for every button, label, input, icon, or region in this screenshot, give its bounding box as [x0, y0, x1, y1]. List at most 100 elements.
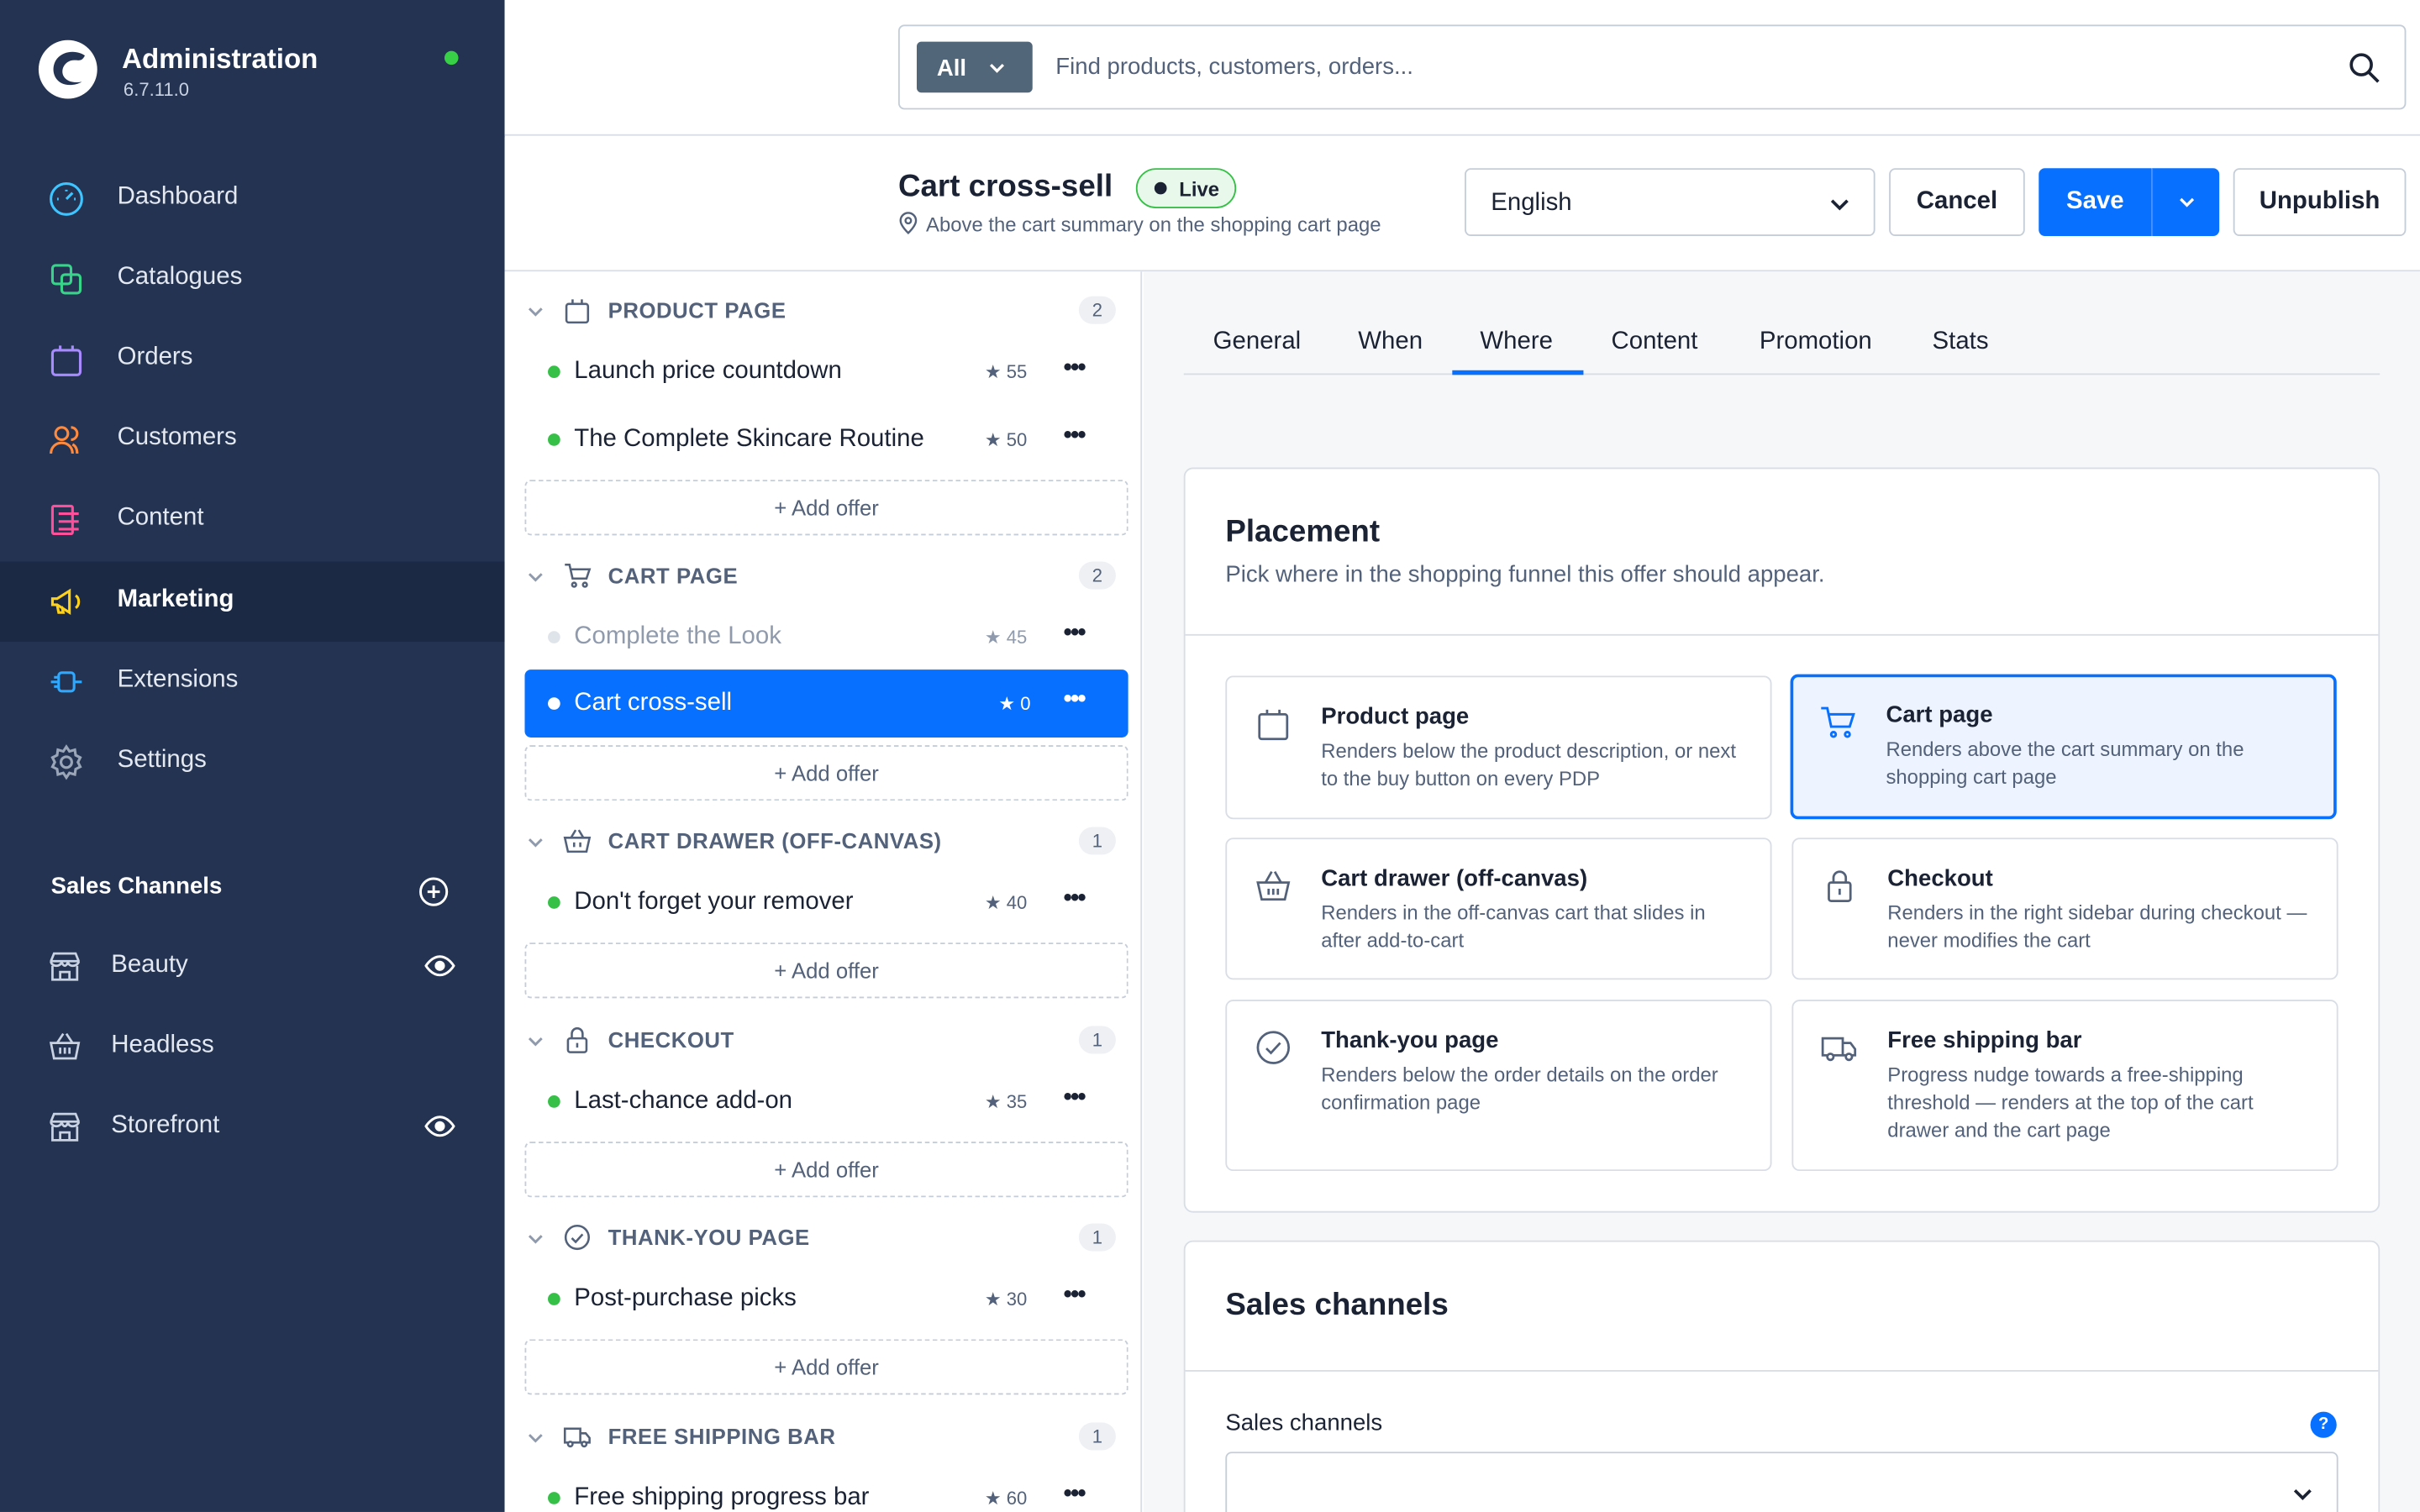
- brand[interactable]: Administration 6.7.11.0: [37, 39, 485, 116]
- placement-option-product-page[interactable]: Product page Renders below the product d…: [1225, 675, 1772, 820]
- group-free-shipping-bar[interactable]: FREE SHIPPING BAR 1: [505, 1413, 1143, 1459]
- search-scope-dropdown[interactable]: All: [916, 41, 1033, 93]
- add-offer-button[interactable]: + Add offer: [524, 1339, 1128, 1395]
- option-title: Cart drawer (off-canvas): [1321, 865, 1588, 892]
- help-icon[interactable]: ?: [2310, 1411, 2337, 1438]
- nav-extensions[interactable]: Extensions: [0, 642, 505, 722]
- offer-item[interactable]: Don't forget your remover ★ 40 •••: [524, 870, 1128, 935]
- cancel-button[interactable]: Cancel: [1889, 168, 2025, 237]
- offer-item[interactable]: The Complete Skincare Routine ★ 50 •••: [524, 407, 1128, 472]
- save-options-button[interactable]: [2151, 168, 2220, 237]
- group-label: CHECKOUT: [608, 1027, 734, 1053]
- truck-icon: [563, 1427, 591, 1448]
- tab-where[interactable]: Where: [1480, 328, 1553, 356]
- option-title: Checkout: [1887, 865, 1993, 892]
- bag-icon: [565, 299, 590, 324]
- count-badge: 1: [1078, 827, 1116, 855]
- offer-item-selected[interactable]: Cart cross-sell ★ 0 •••: [524, 669, 1128, 738]
- add-offer-button[interactable]: + Add offer: [524, 480, 1128, 536]
- group-cart-drawer[interactable]: CART DRAWER (OFF-CANVAS) 1: [505, 817, 1143, 864]
- nav-marketing[interactable]: Marketing: [0, 561, 505, 643]
- nav-orders[interactable]: Orders: [0, 319, 505, 400]
- tab-when[interactable]: When: [1358, 328, 1423, 356]
- tab-general[interactable]: General: [1213, 328, 1302, 356]
- global-search[interactable]: All Find products, customers, orders...: [897, 24, 2407, 110]
- group-label: THANK-YOU PAGE: [608, 1225, 810, 1250]
- search-icon[interactable]: [2348, 51, 2381, 85]
- placement-option-cart-page[interactable]: Cart page Renders above the cart summary…: [1790, 674, 2337, 820]
- add-circle-icon[interactable]: [418, 876, 450, 907]
- chevron-down-icon: [2179, 197, 2194, 207]
- nav-label: Extensions: [117, 666, 239, 693]
- option-title: Product page: [1321, 703, 1470, 730]
- more-icon[interactable]: •••: [1063, 686, 1086, 714]
- group-checkout[interactable]: CHECKOUT 1: [505, 1016, 1143, 1063]
- add-offer-button[interactable]: + Add offer: [524, 942, 1128, 999]
- chevron-down-icon: [528, 1434, 543, 1443]
- more-icon[interactable]: •••: [1063, 1282, 1086, 1310]
- language-value: English: [1491, 189, 1572, 217]
- group-thank-you-page[interactable]: THANK-YOU PAGE 1: [505, 1214, 1143, 1260]
- chevron-down-icon: [528, 838, 543, 848]
- option-description: Progress nudge towards a free-shipping t…: [1887, 1063, 2254, 1142]
- nav-content[interactable]: Content: [0, 480, 505, 560]
- chevron-down-icon: [528, 1235, 543, 1244]
- placement-option-free-shipping-bar[interactable]: Free shipping bar Progress nudge towards…: [1791, 1000, 2338, 1172]
- status-dot: [548, 697, 560, 710]
- nav-label: Dashboard: [117, 183, 239, 210]
- more-icon[interactable]: •••: [1063, 1084, 1086, 1112]
- option-description: Renders below the product description, o…: [1321, 738, 1736, 790]
- sales-channels-select[interactable]: [1225, 1452, 2338, 1512]
- nav-catalogues[interactable]: Catalogues: [0, 239, 505, 320]
- nav-dashboard[interactable]: Dashboard: [0, 159, 505, 239]
- more-icon[interactable]: •••: [1063, 354, 1086, 382]
- sales-channel-headless[interactable]: Headless: [0, 1007, 505, 1084]
- group-product-page[interactable]: PRODUCT PAGE 2: [505, 287, 1143, 333]
- group-label: FREE SHIPPING BAR: [608, 1424, 836, 1449]
- divider: [1185, 1369, 2379, 1372]
- detail-panel: General When Where Content Promotion Sta…: [1143, 271, 2420, 1512]
- bag-icon: [50, 345, 82, 376]
- save-button[interactable]: Save: [2039, 168, 2152, 237]
- offer-label: Launch price countdown: [574, 358, 842, 385]
- add-offer-button[interactable]: + Add offer: [524, 745, 1128, 801]
- nav-settings[interactable]: Settings: [0, 722, 505, 803]
- placement-option-cart-drawer[interactable]: Cart drawer (off-canvas) Renders in the …: [1225, 837, 1772, 980]
- search-input[interactable]: Find products, customers, orders...: [1055, 54, 1413, 80]
- count-badge: 1: [1078, 1223, 1116, 1252]
- offer-item[interactable]: Post-purchase picks ★ 30 •••: [524, 1267, 1128, 1331]
- sales-channel-beauty[interactable]: Beauty: [0, 927, 505, 1005]
- nav-label: Orders: [117, 344, 193, 370]
- more-icon[interactable]: •••: [1063, 423, 1086, 450]
- placement-option-thank-you-page[interactable]: Thank-you page Renders below the order d…: [1225, 1000, 1772, 1172]
- unpublish-button[interactable]: Unpublish: [2233, 168, 2407, 237]
- offer-item[interactable]: Last-chance add-on ★ 35 •••: [524, 1069, 1128, 1134]
- count-badge: 1: [1078, 1026, 1116, 1054]
- more-icon[interactable]: •••: [1063, 885, 1086, 913]
- plug-icon: [50, 671, 82, 693]
- status-dot: [548, 896, 560, 909]
- offer-item[interactable]: Complete the Look ★ 45 •••: [524, 605, 1128, 669]
- language-select[interactable]: English: [1465, 168, 1876, 237]
- offer-item[interactable]: Launch price countdown ★ 55 •••: [524, 339, 1128, 404]
- group-cart-page[interactable]: CART PAGE 2: [505, 553, 1143, 599]
- page-header: Cart cross-sell Live Above the cart summ…: [504, 137, 2420, 272]
- tab-stats[interactable]: Stats: [1933, 328, 1989, 356]
- add-offer-button[interactable]: + Add offer: [524, 1142, 1128, 1198]
- group-label: CART PAGE: [608, 563, 739, 588]
- placement-option-checkout[interactable]: Checkout Renders in the right sidebar du…: [1791, 837, 2338, 980]
- count-badge: 2: [1078, 561, 1116, 590]
- option-description: Renders above the cart summary on the sh…: [1886, 737, 2244, 789]
- tab-promotion[interactable]: Promotion: [1760, 328, 1872, 356]
- cart-icon: [565, 563, 592, 588]
- offer-item[interactable]: Free shipping progress bar ★ 60 •••: [524, 1466, 1128, 1512]
- eye-icon[interactable]: [424, 1114, 455, 1138]
- nav-customers[interactable]: Customers: [0, 400, 505, 480]
- more-icon[interactable]: •••: [1063, 620, 1086, 648]
- tab-content[interactable]: Content: [1612, 328, 1698, 356]
- sales-channel-storefront[interactable]: Storefront: [0, 1088, 505, 1165]
- offer-rating: ★ 35: [984, 1090, 1028, 1113]
- chevron-down-icon: [528, 573, 543, 582]
- eye-icon[interactable]: [424, 953, 455, 978]
- more-icon[interactable]: •••: [1063, 1481, 1086, 1509]
